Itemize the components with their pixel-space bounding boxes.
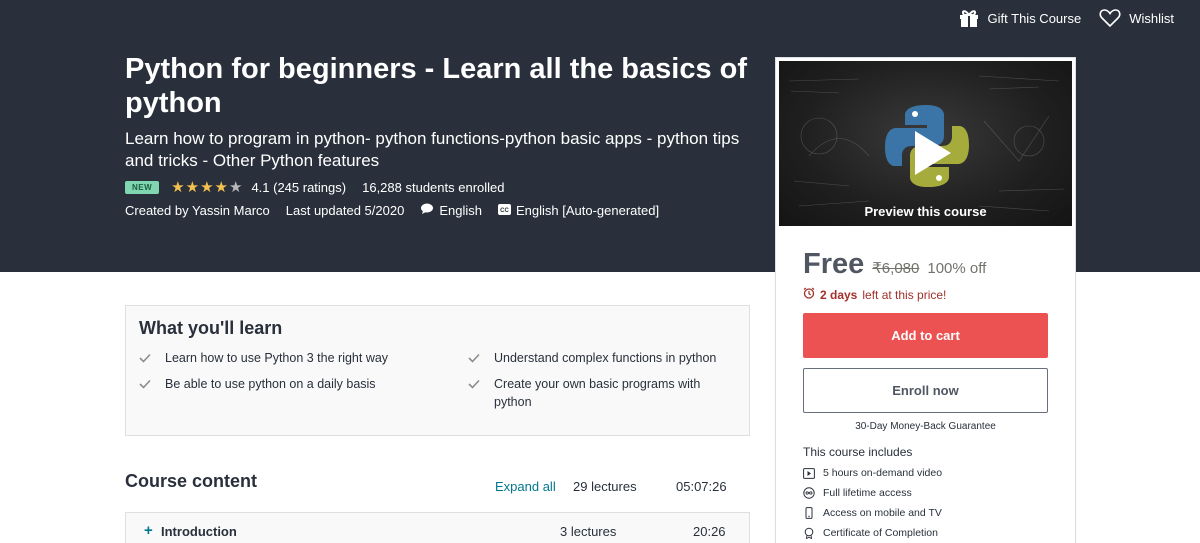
- enroll-now-button[interactable]: Enroll now: [803, 368, 1048, 413]
- section-lectures: 3 lectures: [560, 524, 617, 539]
- gift-icon: [958, 8, 980, 28]
- price-row: Free ₹6,080 100% off: [803, 248, 986, 281]
- course-title: Python for beginners - Learn all the bas…: [125, 53, 747, 119]
- captions: CC English [Auto-generated]: [497, 202, 660, 218]
- language: English: [420, 202, 482, 218]
- price-timer: 2 days left at this price!: [803, 287, 946, 302]
- include-item: Full lifetime access: [803, 483, 942, 503]
- section-duration: 20:26: [693, 524, 726, 539]
- star-rating[interactable]: ★★★★★: [171, 178, 243, 196]
- gift-course-button[interactable]: Gift This Course: [958, 8, 1082, 28]
- instructor[interactable]: Created by Yassin Marco: [125, 203, 270, 218]
- includes-title: This course includes: [803, 445, 913, 459]
- speech-bubble-icon: [420, 202, 434, 218]
- course-content-title: Course content: [125, 471, 258, 491]
- play-icon: [915, 131, 951, 175]
- total-lectures: 29 lectures: [573, 479, 637, 494]
- captions-label: English [Auto-generated]: [515, 202, 660, 218]
- include-item: 5 hours on-demand video: [803, 463, 942, 483]
- include-item: Certificate of Completion: [803, 523, 942, 543]
- checkmark-icon: [468, 376, 482, 411]
- what-you-will-learn: What you'll learn Learn how to use Pytho…: [125, 305, 750, 436]
- timer-text: left at this price!: [862, 287, 947, 302]
- expand-all-link[interactable]: Expand all: [495, 479, 556, 494]
- closed-captions-icon: CC: [497, 203, 511, 218]
- learn-item: Learn how to use Python 3 the right way: [139, 349, 439, 368]
- purchase-card: Preview this course Free ₹6,080 100% off…: [775, 57, 1076, 543]
- course-preview[interactable]: Preview this course: [779, 61, 1072, 226]
- include-label: Certificate of Completion: [823, 527, 938, 539]
- svg-text:CC: CC: [500, 208, 509, 214]
- star-icon: ★: [171, 179, 186, 196]
- alarm-clock-icon: [803, 287, 815, 302]
- learn-item-text: Create your own basic programs with pyth…: [494, 377, 701, 409]
- plus-icon: +: [144, 522, 153, 539]
- money-back-guarantee: 30-Day Money-Back Guarantee: [855, 421, 996, 432]
- checkmark-icon: [468, 350, 482, 368]
- learn-item-text: Learn how to use Python 3 the right way: [165, 351, 389, 365]
- mobile-icon: [803, 507, 815, 519]
- star-icon: ★: [185, 179, 201, 196]
- include-label: Access on mobile and TV: [823, 507, 942, 519]
- learn-item: Create your own basic programs with pyth…: [468, 375, 708, 411]
- include-item: Access on mobile and TV: [803, 503, 942, 523]
- wishlist-button[interactable]: Wishlist: [1099, 8, 1174, 28]
- current-price: Free: [803, 248, 865, 280]
- video-icon: [803, 467, 815, 479]
- total-duration: 05:07:26: [676, 479, 727, 494]
- add-to-cart-button[interactable]: Add to cart: [803, 313, 1048, 358]
- star-icon: ★: [214, 179, 229, 196]
- course-subtitle: Learn how to program in python- python f…: [125, 129, 740, 170]
- timer-days: 2 days: [820, 287, 858, 302]
- star-icon: ★: [200, 179, 215, 196]
- students-enrolled: 16,288 students enrolled: [362, 179, 505, 195]
- checkmark-icon: [139, 350, 153, 368]
- learn-title: What you'll learn: [139, 318, 283, 338]
- language-label: English: [439, 202, 482, 218]
- new-badge: NEW: [125, 180, 160, 194]
- preview-label: Preview this course: [864, 204, 987, 219]
- infinity-icon: [803, 487, 815, 499]
- learn-item-text: Understand complex functions in python: [494, 351, 717, 365]
- gift-course-label: Gift This Course: [987, 10, 1082, 26]
- discount-percent: 100% off: [927, 260, 987, 277]
- rating-row: NEW ★★★★★ 4.1 (245 ratings) 16,288 stude…: [125, 178, 505, 196]
- last-updated: Last updated 5/2020: [285, 202, 405, 218]
- section-title: Introduction: [161, 524, 237, 539]
- heart-icon: [1099, 8, 1121, 28]
- original-price: ₹6,080: [872, 260, 920, 277]
- learn-item: Be able to use python on a daily basis: [139, 375, 439, 394]
- certificate-icon: [803, 527, 815, 539]
- curriculum-section[interactable]: + Introduction 3 lectures 20:26: [125, 512, 750, 543]
- star-empty-icon: ★: [228, 179, 244, 196]
- include-label: 5 hours on-demand video: [823, 467, 943, 479]
- learn-item: Understand complex functions in python: [468, 349, 738, 368]
- top-actions: Gift This Course Wishlist: [958, 8, 1174, 28]
- course-meta: Created by Yassin Marco Last updated 5/2…: [125, 202, 659, 218]
- includes-list: 5 hours on-demand video Full lifetime ac…: [803, 463, 942, 543]
- checkmark-icon: [139, 376, 153, 394]
- wishlist-label: Wishlist: [1129, 10, 1174, 26]
- rating-count[interactable]: 4.1 (245 ratings): [251, 180, 346, 195]
- learn-item-text: Be able to use python on a daily basis: [165, 377, 376, 391]
- include-label: Full lifetime access: [823, 487, 912, 499]
